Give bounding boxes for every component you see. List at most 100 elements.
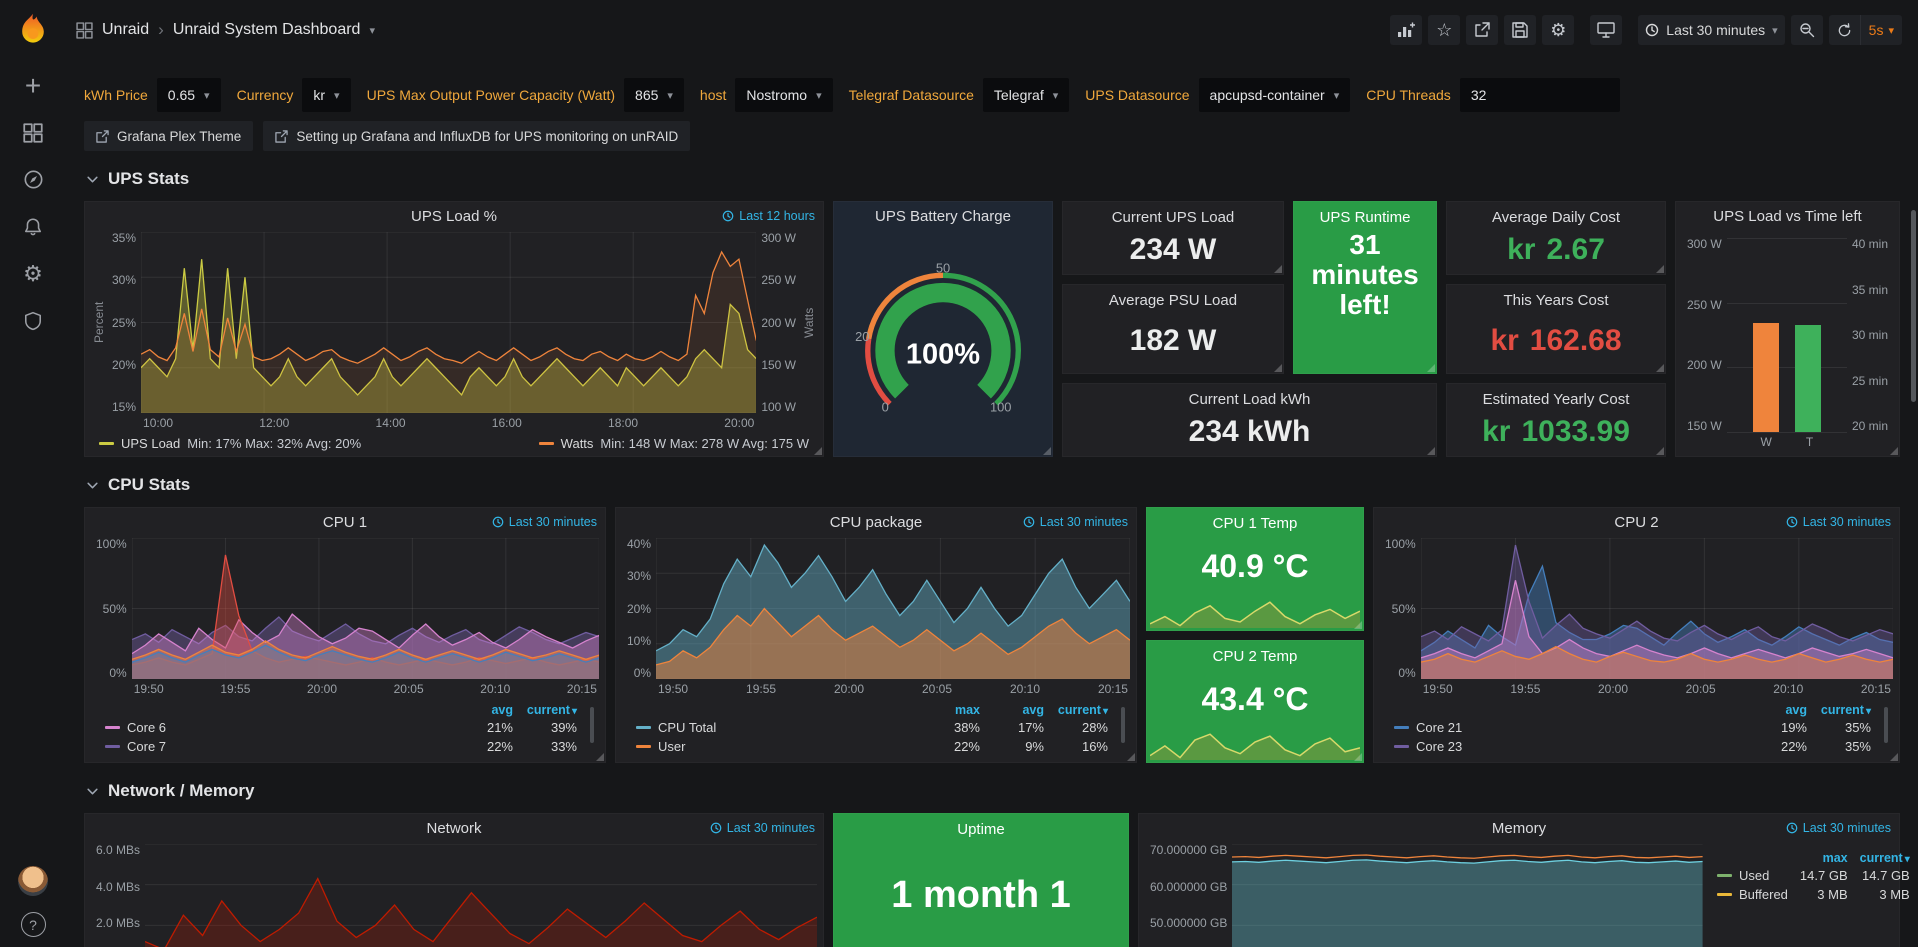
series-name[interactable]: Core 6 — [127, 720, 166, 735]
legend-scrollbar-thumb[interactable] — [1884, 707, 1888, 743]
series-name[interactable]: Buffered — [1739, 887, 1788, 902]
breadcrumb[interactable]: Unraid › Unraid System Dashboard ▾ — [76, 20, 375, 40]
panel-title[interactable]: CPU 1 Temp — [1147, 508, 1363, 532]
clock-icon — [492, 516, 504, 528]
series-name[interactable]: User — [658, 739, 685, 754]
legend-row[interactable]: Core 621%39% — [99, 718, 583, 737]
breadcrumb-folder[interactable]: Unraid — [102, 21, 149, 39]
panel-title[interactable]: CPU 2 Temp — [1147, 641, 1363, 665]
help-button[interactable]: ? — [21, 912, 46, 937]
legend-row[interactable]: CPU Total38%17%28% — [630, 718, 1114, 737]
series-name[interactable]: UPS Load — [121, 436, 180, 451]
cpu1-chart-plot[interactable]: 100%50%0%19:5019:5520:0020:0520:1020:15 — [91, 538, 599, 699]
user-avatar[interactable] — [18, 866, 48, 896]
panel-title[interactable]: Average PSU Load — [1063, 285, 1283, 309]
panel-title[interactable]: UPS Runtime — [1294, 202, 1436, 226]
ups-load-vs-time-chart[interactable]: 300 W250 W200 W150 WWT40 min35 min30 min… — [1682, 232, 1893, 452]
panel-title[interactable]: This Years Cost — [1447, 285, 1665, 309]
section-ups-stats[interactable]: UPS Stats — [86, 169, 1900, 189]
series-color-dash — [1394, 726, 1409, 729]
sidebar-configuration-button[interactable]: ⚙ — [0, 250, 66, 297]
sidebar-add-button[interactable]: + — [0, 62, 66, 109]
network-chart-plot[interactable]: 6.0 MBs4.0 MBs2.0 MBs0 MBs — [91, 844, 817, 947]
ups-load-chart-plot[interactable]: Percent35%30%25%20%15%10:0012:0014:0016:… — [91, 232, 817, 433]
bar-w[interactable] — [1753, 323, 1779, 432]
legend-row[interactable]: Core 2119%35% — [1388, 718, 1877, 737]
legend-row[interactable]: Buffered3 MB3 MB — [1711, 885, 1916, 904]
ups-stats-group: Current UPS Load 234 W UPS Runtime 31 mi… — [1062, 201, 1437, 457]
variable-label: UPS Datasource — [1085, 87, 1189, 103]
cycle-view-button[interactable] — [1590, 15, 1622, 45]
legend-row[interactable]: Core 2322%35% — [1388, 737, 1877, 756]
sidebar-server-admin-button[interactable] — [0, 297, 66, 344]
time-range-picker[interactable]: Last 30 minutes ▾ — [1638, 15, 1784, 45]
panel-title[interactable]: Current UPS Load — [1063, 202, 1283, 226]
grafana-logo[interactable] — [15, 12, 51, 48]
series-name[interactable]: Core 21 — [1416, 720, 1462, 735]
series-name[interactable]: CPU Total — [658, 720, 716, 735]
sidebar-dashboards-button[interactable] — [0, 109, 66, 156]
share-button[interactable] — [1466, 15, 1498, 45]
variable-dropdown[interactable]: Nostromo▾ — [735, 78, 832, 112]
sidebar-alerting-button[interactable] — [0, 203, 66, 250]
section-cpu-stats[interactable]: CPU Stats — [86, 475, 1900, 495]
add-panel-button[interactable] — [1390, 15, 1422, 45]
sidebar-explore-button[interactable] — [0, 156, 66, 203]
panel-title[interactable]: Estimated Yearly Cost — [1447, 384, 1665, 408]
bar-t[interactable] — [1795, 325, 1821, 432]
variable-dropdown[interactable]: 865▾ — [624, 78, 684, 112]
legend-item-ups-load[interactable]: UPS LoadMin: 17% Max: 32% Avg: 20% — [99, 436, 361, 451]
panel-title[interactable]: Current Load kWh — [1063, 384, 1436, 408]
legend-col-current[interactable]: current▾ — [1813, 702, 1877, 718]
clock-icon — [1023, 516, 1035, 528]
legend-scrollbar-thumb[interactable] — [1121, 707, 1125, 743]
series-name[interactable]: Core 7 — [127, 739, 166, 754]
refresh-button[interactable] — [1829, 15, 1860, 45]
legend-col-current[interactable]: current▾ — [1854, 850, 1916, 866]
series-name[interactable]: Core 23 — [1416, 739, 1462, 754]
legend-row[interactable]: Used14.7 GB14.7 GB — [1711, 866, 1916, 885]
legend-col-avg[interactable]: avg — [1749, 702, 1813, 718]
variable-dropdown[interactable]: apcupsd-container▾ — [1199, 78, 1351, 112]
zoom-out-button[interactable] — [1791, 15, 1823, 45]
series-name[interactable]: Used — [1739, 868, 1769, 883]
variable-dropdown[interactable]: Telegraf▾ — [983, 78, 1069, 112]
legend-col-current[interactable]: current▾ — [1050, 702, 1114, 718]
legend-col-current[interactable]: current▾ — [519, 702, 583, 718]
legend-col-avg[interactable]: avg — [455, 702, 519, 718]
variable-dropdown[interactable]: kr▾ — [302, 78, 350, 112]
refresh-interval-dropdown[interactable]: 5s ▾ — [1860, 15, 1902, 45]
panel-title[interactable]: Uptime — [834, 814, 1128, 838]
section-title: UPS Stats — [108, 169, 189, 189]
save-button[interactable] — [1504, 15, 1536, 45]
panel-title[interactable]: UPS Battery Charge — [834, 202, 1052, 230]
legend-row[interactable]: Core 722%33% — [99, 737, 583, 756]
clock-icon — [710, 822, 722, 834]
legend-item-watts[interactable]: WattsMin: 148 W Max: 278 W Avg: 175 W — [539, 436, 809, 451]
cpu-package-chart-plot[interactable]: 40%30%20%10%0%19:5019:5520:0020:0520:102… — [622, 538, 1130, 699]
panel-title[interactable]: UPS Load % — [85, 202, 823, 230]
panel-title[interactable]: UPS Load vs Time left — [1676, 202, 1899, 230]
variable-input[interactable] — [1460, 78, 1620, 112]
y-axis-tick: 6.0 MBs — [96, 844, 140, 856]
legend-col-max[interactable]: max — [1794, 850, 1854, 866]
dashboard-link[interactable]: Grafana Plex Theme — [84, 121, 253, 151]
section-network-memory[interactable]: Network / Memory — [86, 781, 1900, 801]
legend-scrollbar-thumb[interactable] — [590, 707, 594, 743]
legend-col-max[interactable]: max — [922, 702, 986, 718]
cpu2-chart-plot[interactable]: 100%50%0%19:5019:5520:0020:0520:1020:15 — [1380, 538, 1893, 699]
dashboard-title[interactable]: Unraid System Dashboard — [173, 21, 361, 39]
variable-dropdown[interactable]: 0.65▾ — [157, 78, 221, 112]
legend-row[interactable]: User22%9%16% — [630, 737, 1114, 756]
refresh-interval-label: 5s — [1869, 22, 1884, 38]
dashboard-settings-button[interactable]: ⚙ — [1542, 15, 1574, 45]
series-name[interactable]: Watts — [561, 436, 594, 451]
panel-title[interactable]: Average Daily Cost — [1447, 202, 1665, 226]
save-icon — [1512, 22, 1528, 38]
legend-value: 33% — [519, 737, 583, 756]
memory-chart-plot[interactable]: 70.000000 GB60.000000 GB50.000000 GB40.0… — [1145, 844, 1703, 947]
dashboard-link[interactable]: Setting up Grafana and InfluxDB for UPS … — [263, 121, 690, 151]
page-scrollbar-thumb[interactable] — [1911, 210, 1916, 402]
star-button[interactable]: ☆ — [1428, 15, 1460, 45]
legend-col-avg[interactable]: avg — [986, 702, 1050, 718]
